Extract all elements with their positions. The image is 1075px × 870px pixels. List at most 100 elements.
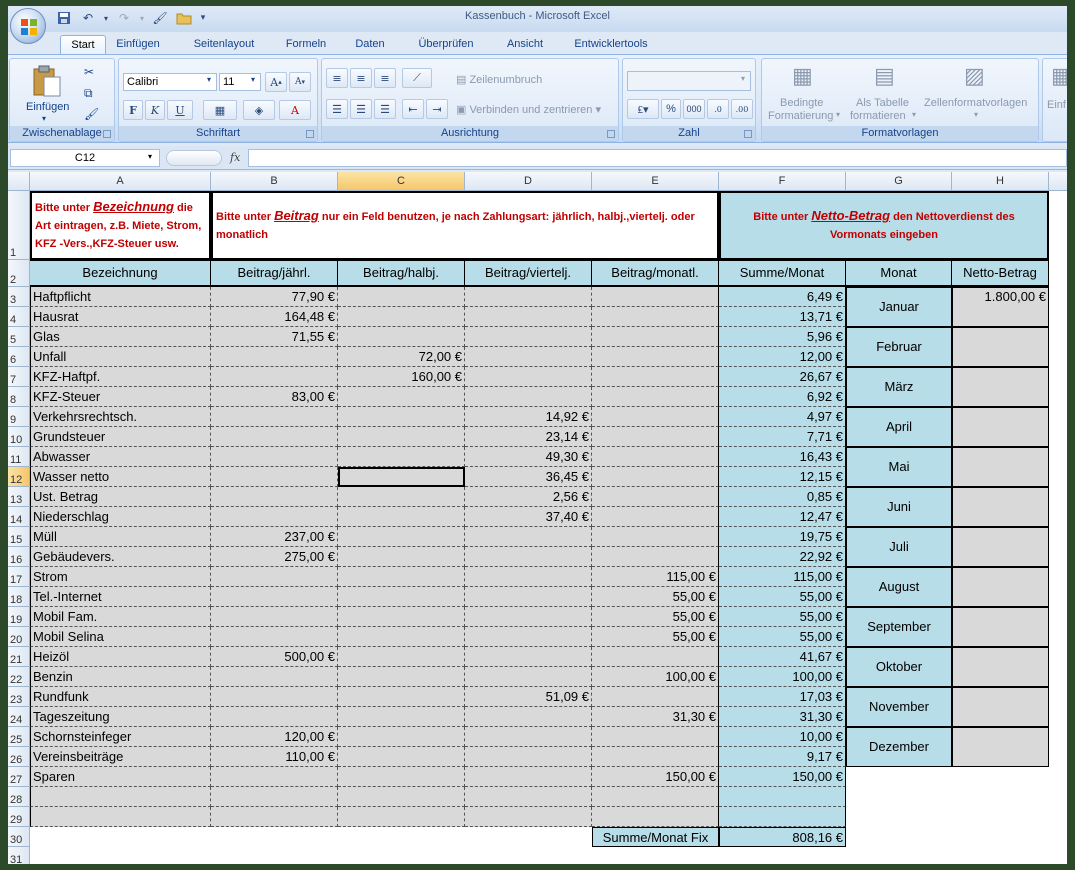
cell-b10[interactable] — [211, 427, 338, 447]
office-button[interactable] — [10, 8, 46, 44]
cell-b26[interactable]: 110,00 € — [211, 747, 338, 767]
row-header-4[interactable]: 4 — [8, 307, 30, 327]
row-header-18[interactable]: 18 — [8, 587, 30, 607]
cell-f22[interactable]: 100,00 € — [719, 667, 846, 687]
cell-c20[interactable] — [338, 627, 465, 647]
formula-bar-handle-icon[interactable] — [166, 150, 222, 166]
netto-cell[interactable] — [952, 687, 1049, 727]
redo-dropdown-icon[interactable]: ▾ — [138, 9, 146, 27]
cell-d28[interactable] — [465, 787, 592, 807]
cell-f23[interactable]: 17,03 € — [719, 687, 846, 707]
row-header-5[interactable]: 5 — [8, 327, 30, 347]
increase-decimal-icon[interactable]: .0 — [707, 99, 729, 119]
cell-a22[interactable]: Benzin — [30, 667, 211, 687]
borders-icon[interactable]: ▦ — [203, 100, 237, 120]
name-box-dropdown-icon[interactable]: ▾ — [148, 152, 152, 161]
cell-b4[interactable]: 164,48 € — [211, 307, 338, 327]
cell-d5[interactable] — [465, 327, 592, 347]
paste-button[interactable]: Einfügen ▾ — [18, 63, 74, 123]
row-header-25[interactable]: 25 — [8, 727, 30, 747]
cell-d8[interactable] — [465, 387, 592, 407]
column-title-3[interactable]: Beitrag/viertelj. — [465, 260, 592, 287]
cell-f17[interactable]: 115,00 € — [719, 567, 846, 587]
row-header-3[interactable]: 3 — [8, 287, 30, 307]
cell-b25[interactable]: 120,00 € — [211, 727, 338, 747]
row-header-13[interactable]: 13 — [8, 487, 30, 507]
cell-c25[interactable] — [338, 727, 465, 747]
row-header-6[interactable]: 6 — [8, 347, 30, 367]
cell-b3[interactable]: 77,90 € — [211, 287, 338, 307]
cell-a8[interactable]: KFZ-Steuer — [30, 387, 211, 407]
cell-e26[interactable] — [592, 747, 719, 767]
cell-a25[interactable]: Schornsteinfeger — [30, 727, 211, 747]
number-launcher-icon[interactable] — [744, 130, 752, 138]
cell-c13[interactable] — [338, 487, 465, 507]
cell-c4[interactable] — [338, 307, 465, 327]
tab-start[interactable]: Start — [60, 35, 106, 54]
currency-icon[interactable]: ₤▾ — [627, 99, 659, 119]
cell-e7[interactable] — [592, 367, 719, 387]
cell-a23[interactable]: Rundfunk — [30, 687, 211, 707]
cell-b13[interactable] — [211, 487, 338, 507]
alignment-launcher-icon[interactable] — [607, 130, 615, 138]
cell-d23[interactable]: 51,09 € — [465, 687, 592, 707]
netto-cell[interactable]: 1.800,00 € — [952, 287, 1049, 327]
cell-a28[interactable] — [30, 787, 211, 807]
cell-d14[interactable]: 37,40 € — [465, 507, 592, 527]
format-brush-icon[interactable]: 🖌 — [84, 107, 99, 121]
cell-e18[interactable]: 55,00 € — [592, 587, 719, 607]
cell-c3[interactable] — [338, 287, 465, 307]
cut-icon[interactable]: ✂ — [84, 65, 94, 79]
netto-cell[interactable] — [952, 447, 1049, 487]
netto-cell[interactable] — [952, 527, 1049, 567]
netto-cell[interactable] — [952, 327, 1049, 367]
month-cell[interactable]: April — [846, 407, 952, 447]
percent-button[interactable]: % — [661, 99, 681, 119]
month-cell[interactable]: Dezember — [846, 727, 952, 767]
cell-a29[interactable] — [30, 807, 211, 827]
row-header-21[interactable]: 21 — [8, 647, 30, 667]
column-header-d[interactable]: D — [465, 172, 592, 191]
copy-icon[interactable]: ⧉ — [84, 86, 93, 101]
font-name-dropdown-icon[interactable]: ▾ — [207, 75, 211, 84]
cell-d4[interactable] — [465, 307, 592, 327]
row-header-28[interactable]: 28 — [8, 787, 30, 807]
tab-ansicht[interactable]: Ansicht — [500, 35, 550, 54]
total-value[interactable]: 808,16 € — [719, 827, 846, 847]
cell-b17[interactable] — [211, 567, 338, 587]
cell-e27[interactable]: 150,00 € — [592, 767, 719, 787]
row-header-2[interactable]: 2 — [8, 260, 30, 287]
font-color-icon[interactable]: A — [279, 100, 311, 120]
cell-b20[interactable] — [211, 627, 338, 647]
month-cell[interactable]: Februar — [846, 327, 952, 367]
number-format-select[interactable] — [627, 71, 751, 91]
cell-e11[interactable] — [592, 447, 719, 467]
cell-a12[interactable]: Wasser netto — [30, 467, 211, 487]
column-header-g[interactable]: G — [846, 172, 952, 191]
redo-icon[interactable]: ↷ — [114, 9, 134, 27]
cell-b7[interactable] — [211, 367, 338, 387]
cell-f16[interactable]: 22,92 € — [719, 547, 846, 567]
cell-c15[interactable] — [338, 527, 465, 547]
cell-d7[interactable] — [465, 367, 592, 387]
cell-f7[interactable]: 26,67 € — [719, 367, 846, 387]
cell-a13[interactable]: Ust. Betrag — [30, 487, 211, 507]
cell-d17[interactable] — [465, 567, 592, 587]
cell-c5[interactable] — [338, 327, 465, 347]
cell-a19[interactable]: Mobil Fam. — [30, 607, 211, 627]
cell-e8[interactable] — [592, 387, 719, 407]
shrink-font-icon[interactable]: A ▾ — [289, 72, 311, 92]
insert-cells-label[interactable]: Einf — [1047, 99, 1066, 111]
format-painter-icon[interactable]: 🖌 — [150, 9, 170, 27]
cell-c7[interactable]: 160,00 € — [338, 367, 465, 387]
cell-a3[interactable]: Haftpflicht — [30, 287, 211, 307]
row-header-7[interactable]: 7 — [8, 367, 30, 387]
cell-a14[interactable]: Niederschlag — [30, 507, 211, 527]
align-bottom-icon[interactable]: ≡ — [374, 68, 396, 88]
row-header-14[interactable]: 14 — [8, 507, 30, 527]
cell-d25[interactable] — [465, 727, 592, 747]
cell-c9[interactable] — [338, 407, 465, 427]
conditional-formatting-button[interactable]: ▦ Bedingte Formatierung ▾ — [766, 63, 846, 123]
column-header-f[interactable]: F — [719, 172, 846, 191]
cell-e9[interactable] — [592, 407, 719, 427]
